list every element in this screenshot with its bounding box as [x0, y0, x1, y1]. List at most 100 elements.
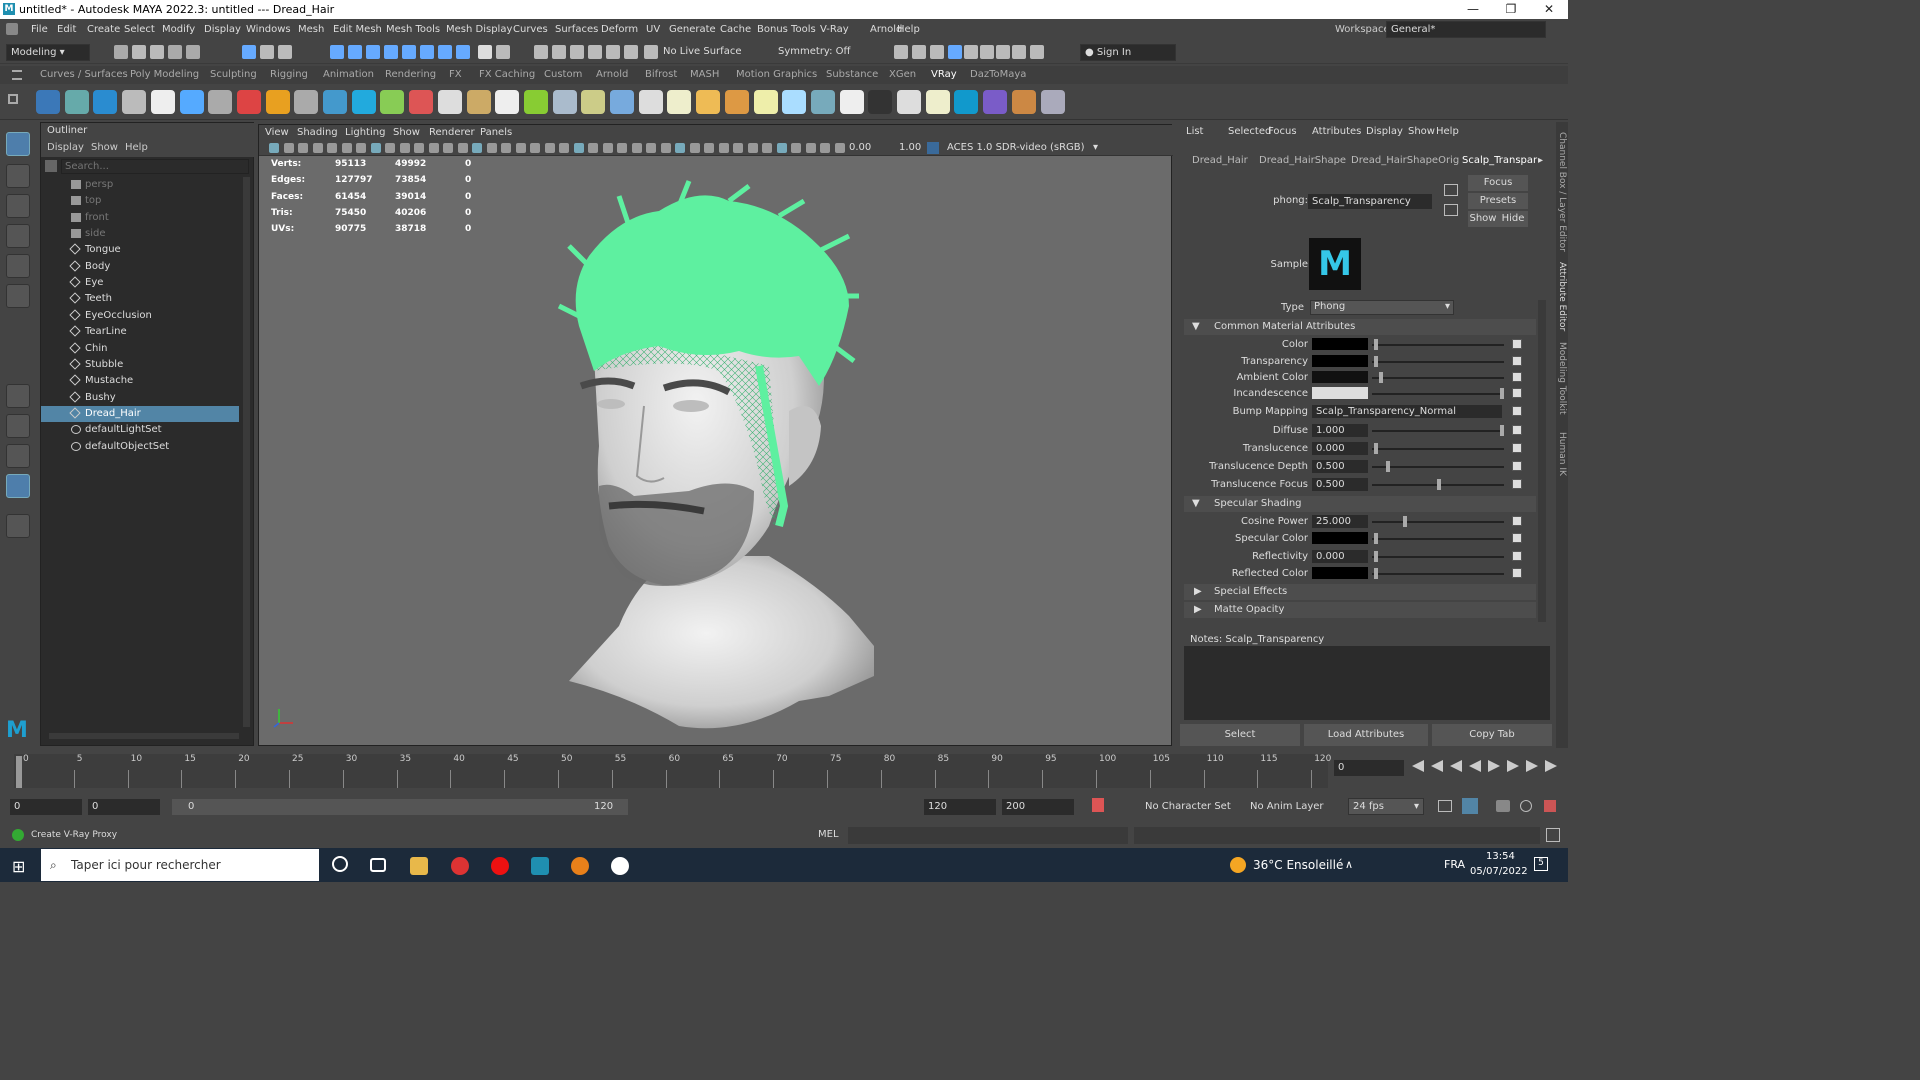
- status-tool-icon[interactable]: [348, 45, 362, 59]
- shelf-tab-poly-modeling[interactable]: Poly Modeling: [130, 69, 199, 80]
- incandescence-swatch[interactable]: [1312, 387, 1368, 399]
- cosine-field[interactable]: 25.000: [1312, 515, 1368, 528]
- sound-icon[interactable]: [1496, 800, 1510, 812]
- viewport-menu-shading[interactable]: Shading: [297, 127, 338, 138]
- viewport-tool-icon[interactable]: [327, 143, 337, 153]
- menu-help[interactable]: Help: [897, 24, 920, 35]
- translucence-map-button[interactable]: [1512, 443, 1522, 453]
- shelf-tool-icon[interactable]: [1040, 90, 1065, 114]
- status-tool-icon[interactable]: [114, 45, 128, 59]
- shelf-tool-icon[interactable]: [466, 90, 491, 114]
- diffuse-slider[interactable]: [1372, 430, 1504, 432]
- unreal-icon[interactable]: [611, 857, 629, 875]
- exposure-value[interactable]: 0.00: [849, 142, 871, 153]
- load-attributes-button[interactable]: Load Attributes: [1304, 724, 1428, 746]
- viewport-tool-icon[interactable]: [443, 143, 453, 153]
- ambient-slider-thumb[interactable]: [1379, 372, 1383, 383]
- shelf-tab-daztomaya[interactable]: DazToMaya: [970, 69, 1026, 80]
- viewport-tool-icon[interactable]: [791, 143, 801, 153]
- step-forward-key-icon[interactable]: [1526, 760, 1538, 772]
- outliner-item-defaultobjectset[interactable]: defaultObjectSet: [41, 439, 239, 455]
- go-to-end-icon[interactable]: [1545, 760, 1557, 772]
- viewport-tool-icon[interactable]: [515, 143, 526, 153]
- command-language[interactable]: MEL: [818, 829, 839, 840]
- shelf-tool-icon[interactable]: [495, 90, 520, 114]
- section-specular-shading[interactable]: Specular Shading: [1184, 496, 1536, 512]
- menu-set-dropdown[interactable]: Modeling ▾: [6, 44, 90, 61]
- viewport-tool-icon[interactable]: [269, 143, 279, 153]
- outliner-item-stubble[interactable]: Stubble: [41, 357, 239, 373]
- attr-tab-scalp-transpar[interactable]: Scalp_Transpar: [1462, 155, 1537, 166]
- viewport-tool-icon[interactable]: [588, 143, 598, 153]
- focus-button[interactable]: Focus: [1468, 175, 1528, 191]
- reflectivity-map-button[interactable]: [1512, 551, 1522, 561]
- menu-display[interactable]: Display: [204, 24, 241, 35]
- status-tool-icon[interactable]: [150, 45, 164, 59]
- menu-cache[interactable]: Cache: [720, 24, 751, 35]
- reflectivity-field[interactable]: 0.000: [1312, 550, 1368, 563]
- shelf-tool-icon[interactable]: [610, 90, 634, 114]
- status-tool-icon[interactable]: [186, 45, 200, 59]
- status-tool-icon[interactable]: [242, 45, 256, 59]
- clock-time[interactable]: 13:54: [1486, 851, 1515, 862]
- transparency-slider[interactable]: [1372, 361, 1504, 363]
- task-view-icon[interactable]: [370, 858, 386, 872]
- play-forward-icon[interactable]: [1488, 760, 1500, 772]
- side-tab-attribute-editor[interactable]: Attribute Editor: [1557, 262, 1567, 331]
- shelf-tool-icon[interactable]: [523, 90, 548, 114]
- shelf-tool-icon[interactable]: [667, 90, 692, 114]
- menu-uv[interactable]: UV: [646, 24, 660, 35]
- status-tool-icon[interactable]: [420, 45, 434, 59]
- viewport-tool-icon[interactable]: [356, 143, 366, 153]
- transparency-map-button[interactable]: [1512, 356, 1522, 366]
- taskbar-search[interactable]: Taper ici pour rechercher: [41, 849, 319, 881]
- outliner-item-chin[interactable]: Chin: [41, 341, 239, 357]
- viewport-tool-icon[interactable]: [631, 143, 642, 153]
- shelf-tool-icon[interactable]: [696, 90, 721, 114]
- playback-end-field[interactable]: 120: [924, 799, 996, 815]
- shelf-tab-motion-graphics[interactable]: Motion Graphics: [736, 69, 817, 80]
- tfocus-slider-thumb[interactable]: [1437, 479, 1441, 490]
- speccolor-swatch[interactable]: [1312, 532, 1368, 544]
- outliner-layout-icon[interactable]: [6, 474, 30, 498]
- shelf-tab-custom[interactable]: Custom: [544, 69, 582, 80]
- opera-icon[interactable]: [491, 857, 509, 875]
- status-tool-icon[interactable]: [606, 45, 620, 59]
- paint-select-icon[interactable]: [6, 194, 30, 218]
- viewport-tool-icon[interactable]: [312, 143, 323, 153]
- reflcolor-swatch[interactable]: [1312, 567, 1368, 579]
- search-icon[interactable]: [6, 514, 30, 538]
- status-tool-icon[interactable]: [912, 45, 926, 59]
- viewport-menu-view[interactable]: View: [265, 127, 289, 138]
- diffuse-map-button[interactable]: [1512, 425, 1522, 435]
- shelf-tool-icon[interactable]: [93, 90, 118, 114]
- maya-taskbar-icon[interactable]: [531, 857, 549, 875]
- viewport-tool-icon[interactable]: [544, 143, 555, 153]
- bump-map-button[interactable]: [1512, 406, 1522, 416]
- cosine-map-button[interactable]: [1512, 516, 1522, 526]
- section-common-material[interactable]: Common Material Attributes: [1184, 319, 1536, 335]
- minimize-button[interactable]: —: [1458, 2, 1488, 18]
- status-tool-icon[interactable]: [402, 45, 416, 59]
- viewport-tool-icon[interactable]: [776, 143, 787, 153]
- shelf-tool-icon[interactable]: [179, 90, 204, 114]
- side-tab-human-ik[interactable]: Human IK: [1557, 432, 1567, 476]
- speccolor-slider-thumb[interactable]: [1374, 533, 1378, 544]
- viewport-tool-icon[interactable]: [530, 143, 540, 153]
- maximize-button[interactable]: ❐: [1496, 2, 1526, 18]
- cosine-slider[interactable]: [1372, 521, 1504, 523]
- shelf-tool-icon[interactable]: [323, 90, 347, 114]
- menu-create[interactable]: Create: [87, 24, 120, 35]
- viewport-tool-icon[interactable]: [414, 143, 424, 153]
- sign-in-dropdown[interactable]: ● Sign In: [1080, 44, 1176, 61]
- outliner-item-side[interactable]: side: [41, 226, 239, 242]
- attr-menu-list[interactable]: List: [1186, 126, 1203, 137]
- fps-dropdown[interactable]: 24 fps ▾: [1348, 798, 1424, 815]
- shelf-tool-icon[interactable]: [782, 90, 807, 114]
- playback-start-field[interactable]: 0: [88, 799, 160, 815]
- viewport-tool-icon[interactable]: [718, 143, 729, 153]
- status-tool-icon[interactable]: [384, 45, 398, 59]
- shelf-tab-arnold[interactable]: Arnold: [596, 69, 628, 80]
- shelf-tab-xgen[interactable]: XGen: [889, 69, 916, 80]
- status-tool-icon[interactable]: [588, 45, 602, 59]
